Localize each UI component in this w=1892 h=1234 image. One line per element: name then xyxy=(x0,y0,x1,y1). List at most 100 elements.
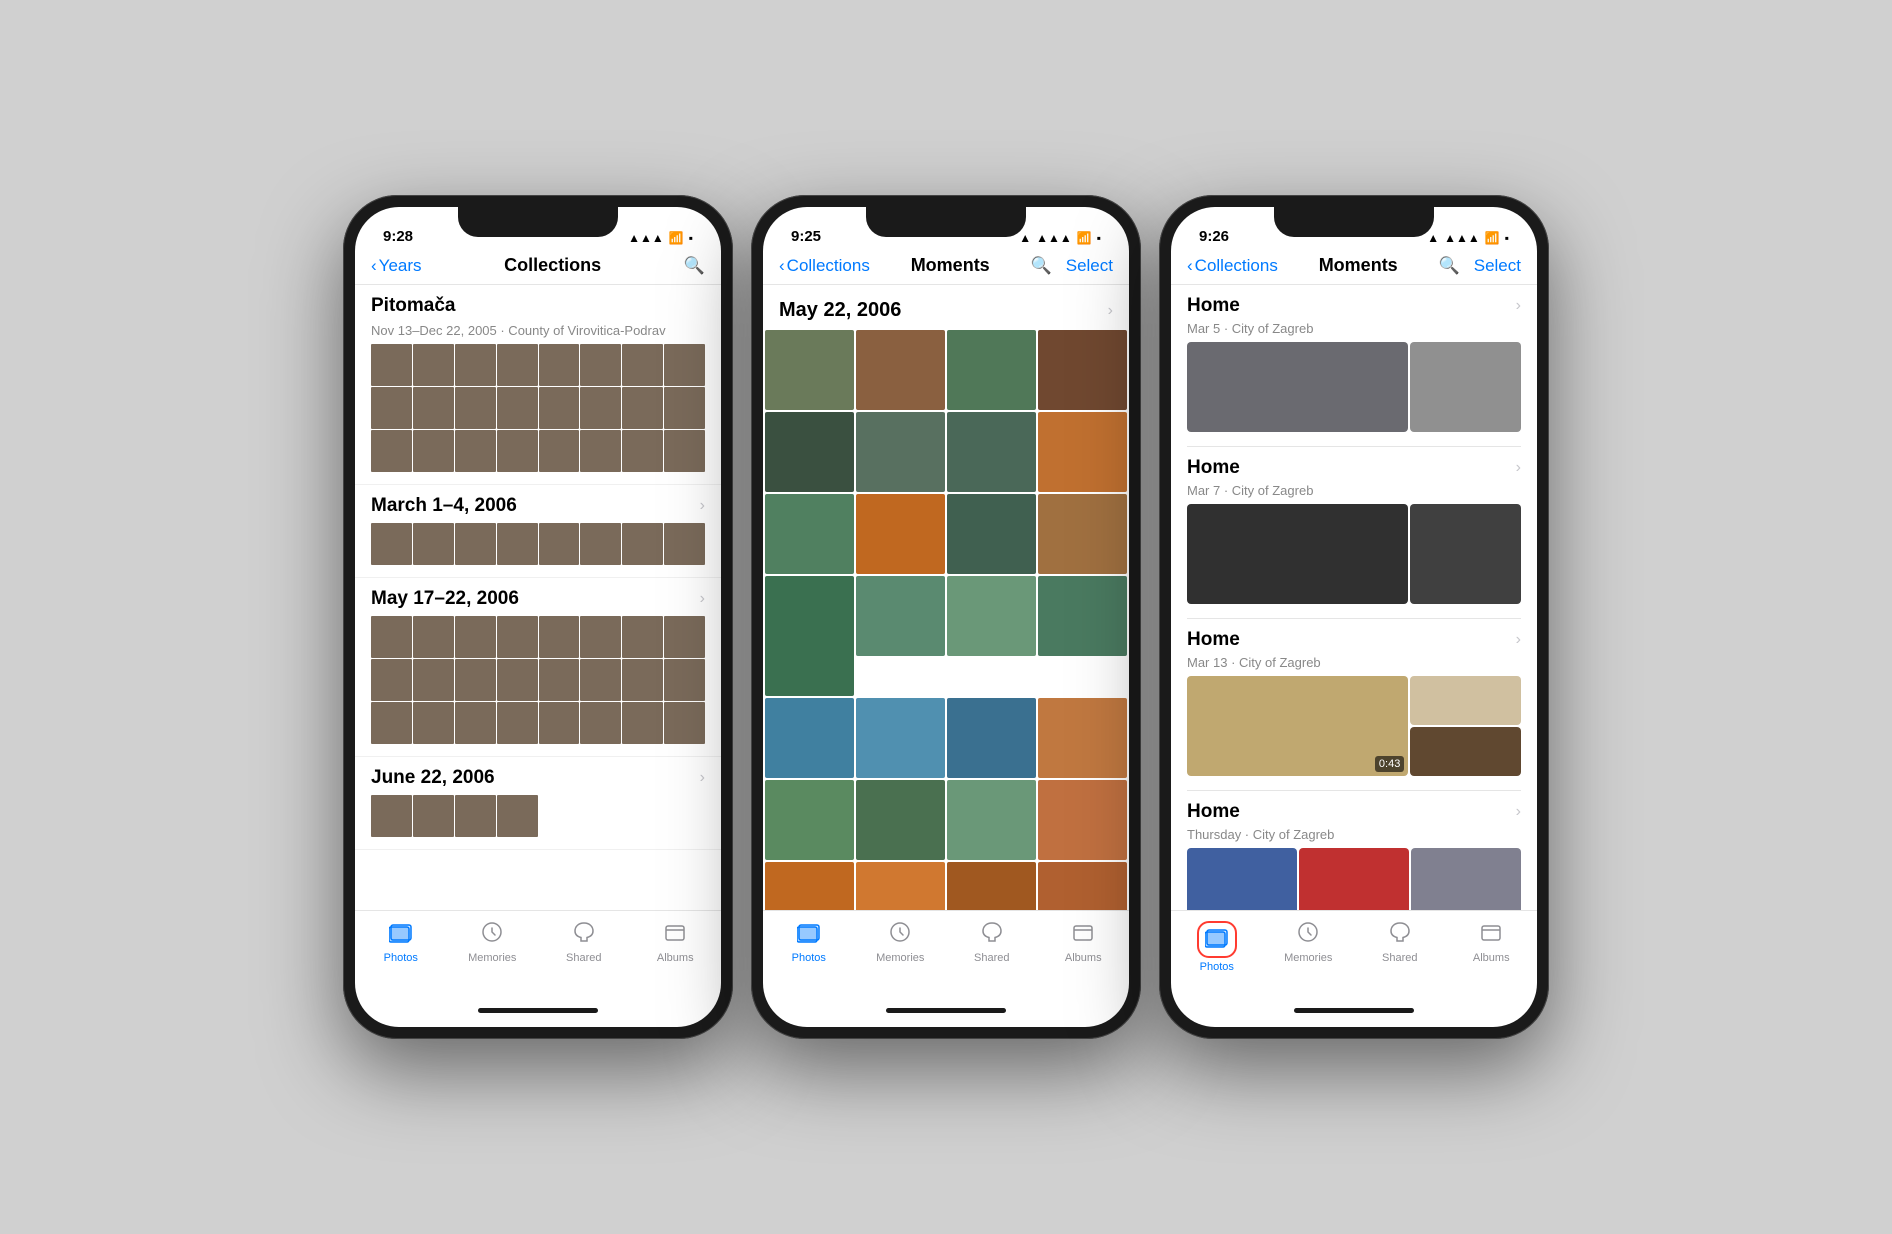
moment-cell[interactable] xyxy=(765,780,854,860)
collection-may[interactable]: May 17–22, 2006 › xyxy=(355,578,721,757)
mosaic-cell xyxy=(622,616,663,658)
moment-entry-3[interactable]: Home › Mar 13 · City of Zagreb 0:43 xyxy=(1171,619,1537,790)
photos-tab-icon-1 xyxy=(389,921,413,949)
tab-photos-1[interactable]: Photos xyxy=(355,921,447,964)
moment-cell[interactable] xyxy=(765,412,854,492)
mosaic-cell xyxy=(539,387,580,429)
tab-albums-2[interactable]: Albums xyxy=(1038,921,1130,964)
scene: 9:28 ▲▲▲ 📶 ▪ ‹ Years Collections 🔍 xyxy=(343,195,1549,1039)
moment-cell[interactable] xyxy=(1038,862,1127,910)
moment-photo-main-1[interactable] xyxy=(1187,342,1408,432)
back-label-3[interactable]: Collections xyxy=(1195,256,1278,276)
moment-cell[interactable] xyxy=(1038,412,1127,492)
tab-shared-label-3: Shared xyxy=(1382,952,1417,964)
mosaic-cell xyxy=(664,430,705,472)
collection-june[interactable]: June 22, 2006 › xyxy=(355,757,721,850)
search-button-3[interactable]: 🔍 xyxy=(1439,256,1460,276)
moment-cell[interactable] xyxy=(856,576,945,656)
moment-photo-shoe-3[interactable] xyxy=(1411,848,1521,910)
mosaic-cell xyxy=(622,523,663,565)
moment-cell[interactable] xyxy=(765,862,854,910)
notch-3 xyxy=(1274,207,1434,237)
search-button-2[interactable]: 🔍 xyxy=(1031,256,1052,276)
moment-cell[interactable] xyxy=(765,576,854,696)
collection-date-march: March 1–4, 2006 xyxy=(371,495,517,517)
moment-cell[interactable] xyxy=(856,412,945,492)
video-duration: 0:43 xyxy=(1375,756,1404,772)
moment-cell[interactable] xyxy=(947,494,1036,574)
tab-photos-3[interactable]: Photos xyxy=(1171,921,1263,973)
moment-photo-shoe-1[interactable] xyxy=(1187,848,1297,910)
home-indicator-1 xyxy=(478,1008,598,1013)
nav-bar-3: ‹ Collections Moments 🔍 Select xyxy=(1171,251,1537,285)
moment-entry-4[interactable]: Home › Thursday · City of Zagreb xyxy=(1171,791,1537,910)
tab-albums-1[interactable]: Albums xyxy=(630,921,722,964)
moment-cell[interactable] xyxy=(765,698,854,778)
collection-march[interactable]: March 1–4, 2006 › xyxy=(355,485,721,578)
moment-photo-sm-1[interactable] xyxy=(1410,342,1521,432)
moment-cell[interactable] xyxy=(856,862,945,910)
moment-cell[interactable] xyxy=(765,494,854,574)
mosaic-cell xyxy=(455,616,496,658)
moment-cell[interactable] xyxy=(856,494,945,574)
tab-memories-1[interactable]: Memories xyxy=(447,921,539,964)
notch-2 xyxy=(866,207,1026,237)
moment-cell[interactable] xyxy=(856,330,945,410)
tab-shared-2[interactable]: Shared xyxy=(946,921,1038,964)
tab-photos-2[interactable]: Photos xyxy=(763,921,855,964)
back-label-1[interactable]: Years xyxy=(379,256,422,276)
search-button-1[interactable]: 🔍 xyxy=(684,256,705,276)
moment-photo-main-3[interactable]: 0:43 xyxy=(1187,676,1408,776)
tab-memories-2[interactable]: Memories xyxy=(855,921,947,964)
moment-photo-main-2[interactable] xyxy=(1187,504,1408,604)
moment-photos-3: 0:43 xyxy=(1187,676,1521,776)
moment-photo-sm-3a[interactable] xyxy=(1410,676,1521,725)
scroll-content-1[interactable]: Pitomača Nov 13–Dec 22, 2005 · County of… xyxy=(355,285,721,910)
mosaic-cell xyxy=(580,702,621,744)
moment-entry-2[interactable]: Home › Mar 7 · City of Zagreb xyxy=(1171,447,1537,618)
photos-active-outline xyxy=(1197,921,1237,958)
moment-cell[interactable] xyxy=(947,862,1036,910)
back-label-2[interactable]: Collections xyxy=(787,256,870,276)
moment-cell[interactable] xyxy=(947,412,1036,492)
moment-cell[interactable] xyxy=(947,330,1036,410)
chevron-moment-1: › xyxy=(1516,297,1521,315)
back-button-3[interactable]: ‹ Collections xyxy=(1187,256,1278,276)
moment-cell[interactable] xyxy=(856,698,945,778)
moment-entry-1[interactable]: Home › Mar 5 · City of Zagreb xyxy=(1171,285,1537,446)
tab-albums-3[interactable]: Albums xyxy=(1446,921,1538,964)
moment-cell[interactable] xyxy=(1038,576,1127,656)
tab-albums-label-2: Albums xyxy=(1065,952,1102,964)
nav-actions-3: 🔍 Select xyxy=(1439,256,1521,276)
scroll-content-2[interactable]: May 22, 2006 › xyxy=(763,285,1129,910)
back-button-1[interactable]: ‹ Years xyxy=(371,256,422,276)
moment-cell[interactable] xyxy=(947,780,1036,860)
moment-cell[interactable] xyxy=(1038,330,1127,410)
moment-photo-stack-3 xyxy=(1410,676,1521,776)
back-button-2[interactable]: ‹ Collections xyxy=(779,256,870,276)
moment-photo-sm-2[interactable] xyxy=(1410,504,1521,604)
mosaic-cell xyxy=(455,659,496,701)
scroll-content-3[interactable]: Home › Mar 5 · City of Zagreb Home › xyxy=(1171,285,1537,910)
select-button-3[interactable]: Select xyxy=(1474,256,1521,276)
select-button-2[interactable]: Select xyxy=(1066,256,1113,276)
mosaic-cell xyxy=(622,344,663,386)
mosaic-cell xyxy=(622,659,663,701)
tab-shared-1[interactable]: Shared xyxy=(538,921,630,964)
moment-cell[interactable] xyxy=(1038,698,1127,778)
tab-shared-3[interactable]: Shared xyxy=(1354,921,1446,964)
moment-cell[interactable] xyxy=(765,330,854,410)
moment-photo-shoe-2[interactable] xyxy=(1299,848,1409,910)
mosaic-cell xyxy=(664,616,705,658)
mosaic-march xyxy=(371,523,705,565)
moment-cell[interactable] xyxy=(947,698,1036,778)
moment-cell[interactable] xyxy=(1038,780,1127,860)
moment-cell[interactable] xyxy=(947,576,1036,656)
moment-cell[interactable] xyxy=(856,780,945,860)
moment-cell[interactable] xyxy=(1038,494,1127,574)
tab-bar-3: Photos Memories Shared xyxy=(1171,910,1537,993)
tab-memories-3[interactable]: Memories xyxy=(1263,921,1355,964)
collection-pitomaca[interactable]: Pitomača Nov 13–Dec 22, 2005 · County of… xyxy=(355,285,721,485)
nav-actions-2: 🔍 Select xyxy=(1031,256,1113,276)
moment-photo-sm-3b[interactable] xyxy=(1410,727,1521,776)
